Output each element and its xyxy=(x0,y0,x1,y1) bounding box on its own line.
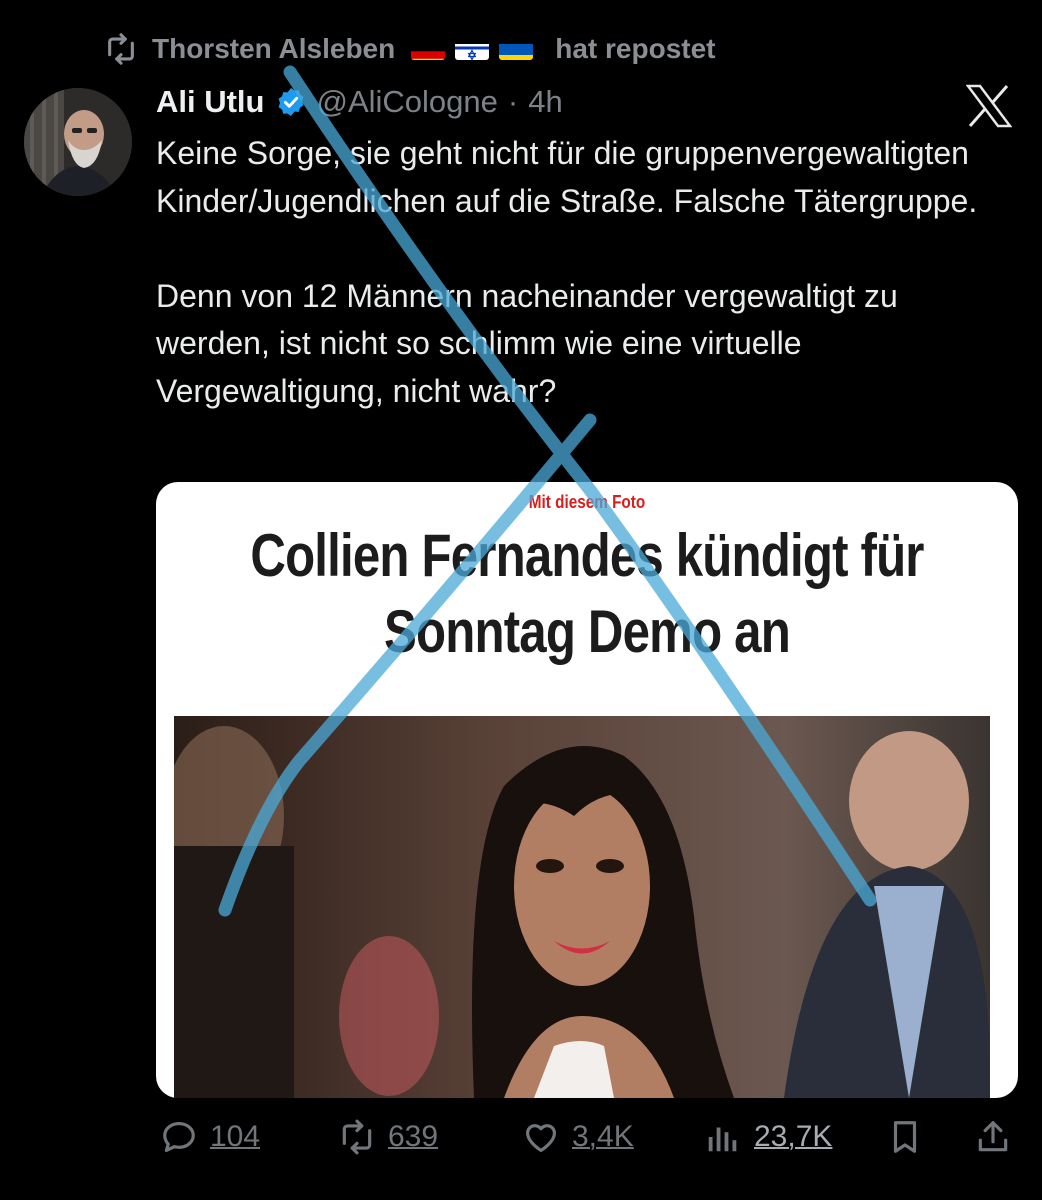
like-button[interactable]: 3,4K xyxy=(522,1118,634,1156)
action-bar: 104 639 3,4K 23,7K xyxy=(156,1118,1018,1174)
heart-icon xyxy=(525,1124,557,1153)
reply-button[interactable]: 104 xyxy=(160,1118,260,1156)
repost-icon xyxy=(108,33,134,65)
repost-suffix: hat repostet xyxy=(555,33,716,64)
bookmark-button[interactable] xyxy=(886,1118,924,1156)
article-photo xyxy=(174,716,990,1098)
bookmark-icon xyxy=(893,1121,917,1153)
views-icon xyxy=(708,1127,737,1152)
author-row: Ali Utlu @AliCologne · 4h xyxy=(156,84,563,120)
flag-israel-icon xyxy=(455,38,490,60)
share-button[interactable] xyxy=(974,1118,1012,1156)
meta-separator: · xyxy=(507,84,519,119)
article-headline: Collien Fernandes kündigt für Sonntag De… xyxy=(234,518,941,670)
repost-icon xyxy=(342,1119,372,1155)
media-image[interactable]: Mit diesem Foto Collien Fernandes kündig… xyxy=(156,482,1018,1098)
x-logo-icon xyxy=(966,84,1012,128)
headline-line-1: Collien Fernandes kündigt für xyxy=(250,522,924,589)
post-time[interactable]: 4h xyxy=(528,84,562,120)
views-button[interactable]: 23,7K xyxy=(704,1118,832,1156)
headline-line-2: Sonntag Demo an xyxy=(384,598,791,665)
repost-user[interactable]: Thorsten Alsleben xyxy=(152,33,395,65)
author-name[interactable]: Ali Utlu xyxy=(156,84,265,120)
tweet-paragraph-2: Denn von 12 Männern nacheinander vergewa… xyxy=(156,277,898,409)
repost-banner[interactable]: Thorsten Alsleben hat repostet xyxy=(104,32,715,66)
repost-count: 639 xyxy=(388,1120,439,1153)
reply-count: 104 xyxy=(210,1120,261,1153)
author-handle[interactable]: @AliCologne xyxy=(317,84,498,120)
like-count: 3,4K xyxy=(572,1120,634,1153)
author-avatar[interactable] xyxy=(24,88,132,196)
x-post-screen: Thorsten Alsleben hat repostet Ali Utlu … xyxy=(0,0,1042,1200)
tweet-paragraph-1: Keine Sorge, sie geht nicht für die grup… xyxy=(156,135,978,219)
view-count: 23,7K xyxy=(754,1120,833,1153)
share-icon xyxy=(978,1121,1008,1152)
article-kicker: Mit diesem Foto xyxy=(528,492,646,512)
repost-button[interactable]: 639 xyxy=(338,1118,438,1156)
flag-ukraine-icon xyxy=(499,38,534,60)
reply-icon xyxy=(163,1121,195,1153)
flag-germany-icon xyxy=(411,38,446,60)
tweet-text: Keine Sorge, sie geht nicht für die grup… xyxy=(156,130,1016,415)
verified-badge-icon xyxy=(278,88,303,116)
